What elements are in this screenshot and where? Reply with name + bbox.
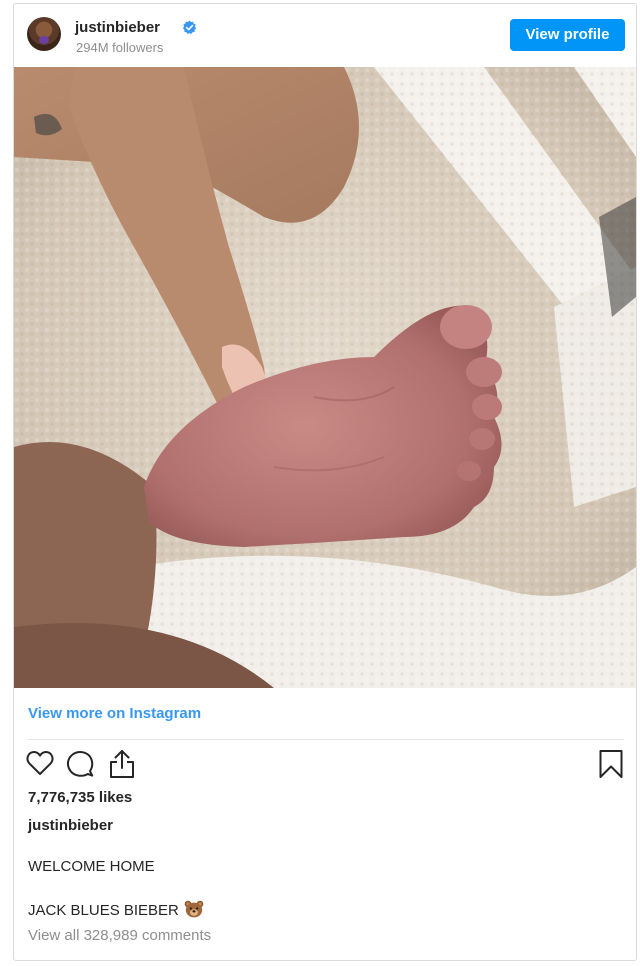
caption-line-with-emoji: JACK BLUES BIEBER <box>28 900 204 919</box>
bear-face-emoji <box>184 900 204 918</box>
post-header: justinbieber 294M followers View profile <box>14 4 636 66</box>
verified-badge-icon <box>182 20 197 34</box>
avatar-detail <box>39 36 49 44</box>
post-photo-image <box>14 67 636 688</box>
caption-text: JACK BLUES BIEBER <box>28 902 179 919</box>
view-profile-button[interactable]: View profile <box>510 19 625 51</box>
avatar[interactable] <box>27 17 61 51</box>
likes-count[interactable]: 7,776,735 likes <box>28 789 132 806</box>
comment-bubble-icon[interactable] <box>66 750 94 778</box>
post-photo[interactable] <box>14 67 636 688</box>
bookmark-icon[interactable] <box>598 749 624 779</box>
share-upload-icon[interactable] <box>108 749 136 779</box>
instagram-embed-card: justinbieber 294M followers View profile <box>13 3 637 961</box>
username[interactable]: justinbieber <box>75 19 160 36</box>
caption-username[interactable]: justinbieber <box>28 817 113 834</box>
divider <box>28 739 624 740</box>
view-all-comments-link[interactable]: View all 328,989 comments <box>28 927 211 944</box>
view-more-on-instagram-link[interactable]: View more on Instagram <box>28 705 201 722</box>
follower-count: 294M followers <box>76 40 164 55</box>
caption-line: WELCOME HOME <box>28 858 155 875</box>
heart-icon[interactable] <box>26 750 54 776</box>
